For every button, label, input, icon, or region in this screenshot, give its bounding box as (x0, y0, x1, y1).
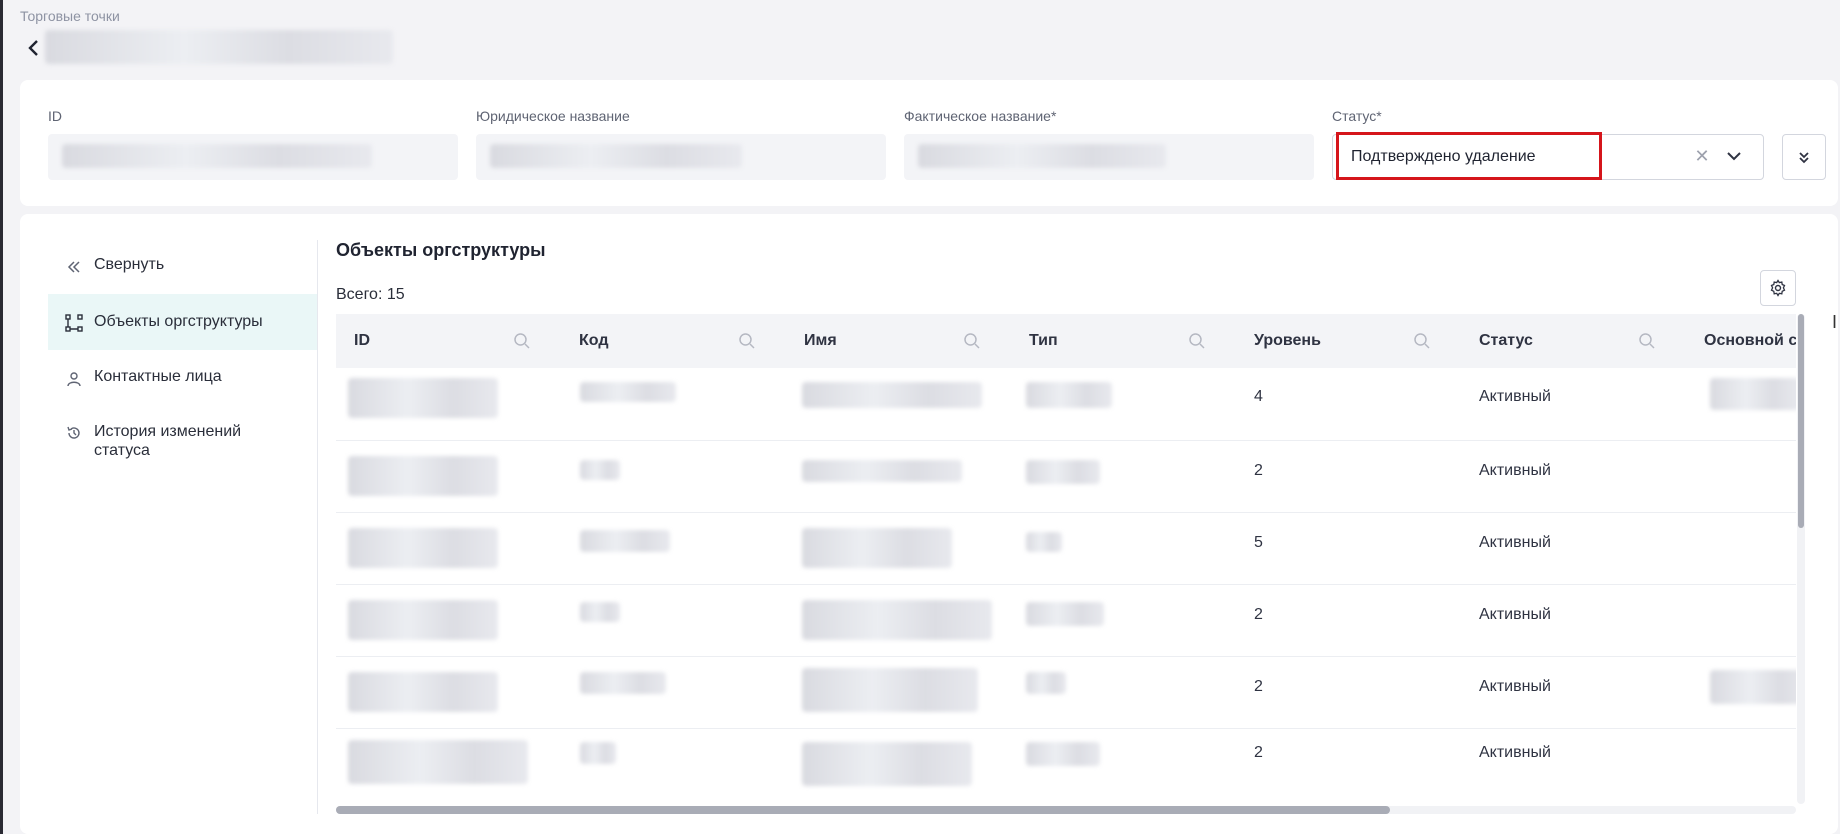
org-structure-icon (64, 313, 84, 333)
double-chevron-down-icon (1799, 152, 1809, 164)
status-label: Статус* (1332, 108, 1382, 124)
column-header-main[interactable]: Основной со (1704, 314, 1796, 368)
column-header-status[interactable]: Статус (1479, 314, 1533, 368)
sidebar-item-org-structure[interactable]: Объекты оргструктуры (48, 294, 318, 350)
chevron-left-icon (28, 40, 38, 56)
search-icon[interactable] (1637, 331, 1657, 351)
person-icon (64, 369, 84, 389)
id-field[interactable] (48, 134, 458, 180)
sidebar-item-label: История изменений статуса (94, 423, 242, 459)
history-icon (64, 423, 84, 443)
search-icon[interactable] (512, 331, 532, 351)
text-cursor-icon: I (1832, 312, 1838, 332)
header-card: ID Юридическое название Фактическое назв… (20, 80, 1838, 206)
status-cell: Активный (1479, 678, 1551, 695)
column-header-level[interactable]: Уровень (1254, 314, 1321, 368)
actual-name-label: Фактическое название* (904, 108, 1057, 124)
search-icon[interactable] (1187, 331, 1207, 351)
breadcrumb[interactable]: Торговые точки (20, 8, 120, 24)
status-cell: Активный (1479, 534, 1551, 551)
status-cell: Активный (1479, 744, 1551, 761)
id-label: ID (48, 108, 62, 124)
level-cell: 2 (1254, 678, 1263, 695)
status-cell: Активный (1479, 388, 1551, 405)
column-header-type[interactable]: Тип (1029, 314, 1058, 368)
status-cell: Активный (1479, 462, 1551, 479)
level-cell: 5 (1254, 534, 1263, 551)
org-objects-table: ID Код Имя Тип Уровень Статус Основной с… (336, 314, 1796, 794)
sidebar-item-label: Объекты оргструктуры (94, 313, 263, 330)
table-row[interactable]: 2 Активный (336, 656, 1796, 728)
table-row[interactable]: 2 Активный (336, 728, 1796, 794)
table-header: ID Код Имя Тип Уровень Статус Основной с… (336, 314, 1796, 368)
search-icon[interactable] (1412, 331, 1432, 351)
page-title-redacted (45, 30, 393, 64)
chevron-down-icon[interactable] (1722, 144, 1746, 168)
table-row[interactable]: 5 Активный (336, 512, 1796, 584)
legal-name-label: Юридическое название (476, 108, 630, 124)
status-cell: Активный (1479, 606, 1551, 623)
details-card: Свернуть Объекты оргструктуры Контактные… (20, 214, 1838, 834)
table-row[interactable]: 2 Активный (336, 584, 1796, 656)
vertical-scrollbar-thumb[interactable] (1798, 314, 1804, 528)
window-edge (0, 0, 3, 834)
search-icon[interactable] (962, 331, 982, 351)
total-count: Всего: 15 (336, 286, 405, 303)
status-value: Подтверждено удаление (1351, 148, 1536, 165)
back-button[interactable] (22, 34, 46, 62)
sidebar-item-label: Контактные лица (94, 368, 222, 385)
double-chevron-left-icon (64, 257, 84, 277)
expand-header-button[interactable] (1782, 134, 1826, 180)
level-cell: 2 (1254, 606, 1263, 623)
level-cell: 2 (1254, 744, 1263, 761)
table-row[interactable]: 2 Активный (336, 440, 1796, 512)
legal-name-field[interactable] (476, 134, 886, 180)
column-header-code[interactable]: Код (579, 314, 608, 368)
table-row[interactable]: 4 Активный (336, 368, 1796, 440)
collapse-button[interactable]: Свернуть (48, 256, 318, 286)
actual-name-field[interactable] (904, 134, 1314, 180)
sidebar-item-status-history[interactable]: История изменений статуса (48, 422, 318, 466)
sidebar-divider (317, 240, 318, 814)
section-title: Объекты оргструктуры (336, 240, 546, 260)
search-icon[interactable] (737, 331, 757, 351)
sidebar-item-contacts[interactable]: Контактные лица (48, 368, 318, 398)
horizontal-scrollbar-thumb[interactable] (336, 806, 1390, 814)
table-settings-button[interactable] (1760, 270, 1796, 306)
collapse-label: Свернуть (94, 256, 165, 273)
column-header-id[interactable]: ID (354, 314, 370, 368)
clear-icon[interactable]: ✕ (1692, 146, 1712, 166)
level-cell: 4 (1254, 388, 1263, 405)
gear-icon (1770, 279, 1786, 297)
level-cell: 2 (1254, 462, 1263, 479)
column-header-name[interactable]: Имя (804, 314, 837, 368)
